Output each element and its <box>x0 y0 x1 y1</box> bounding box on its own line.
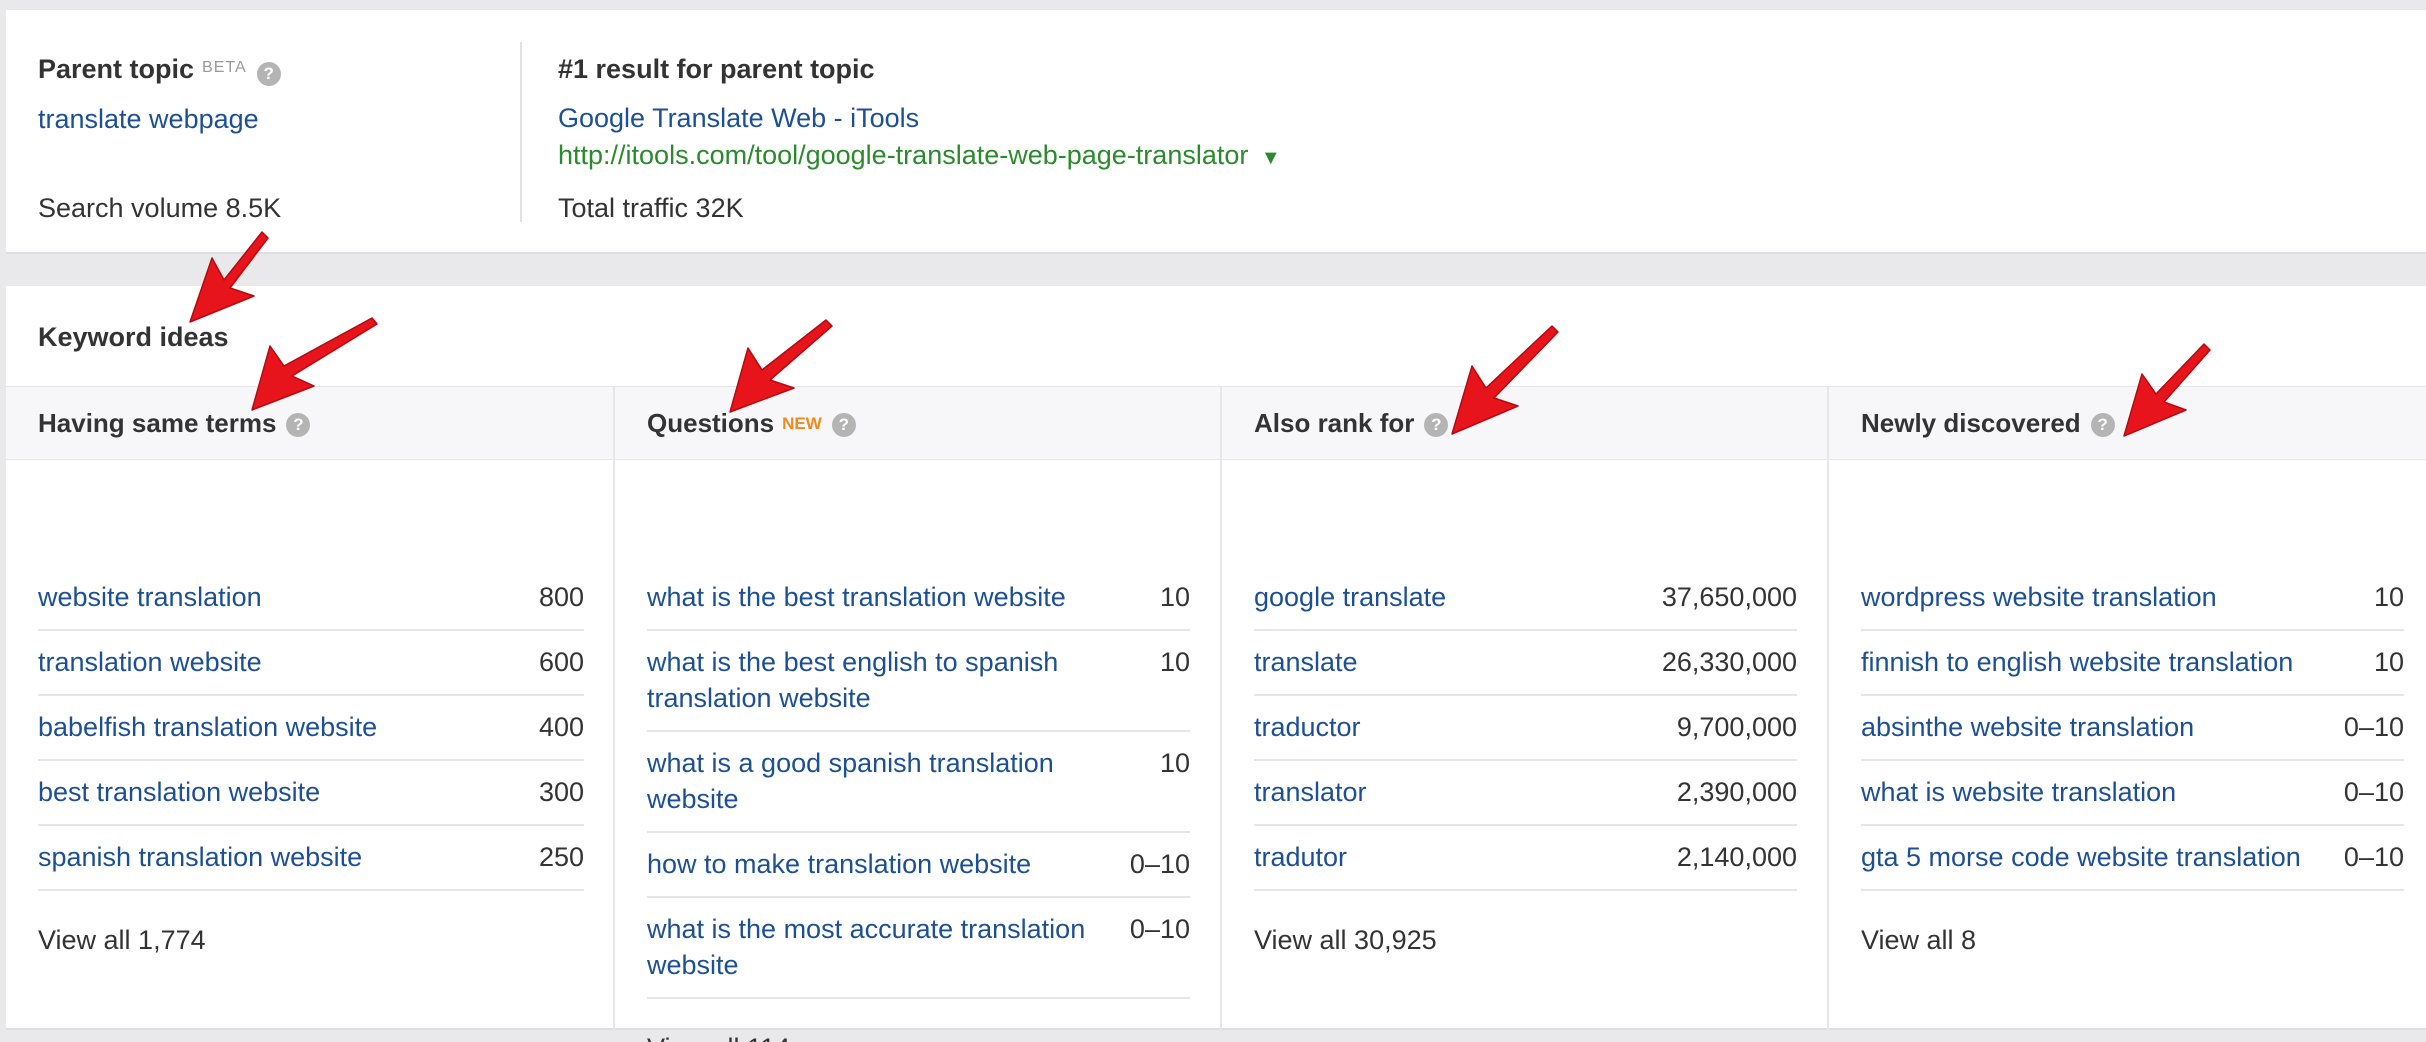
red-arrow-icon <box>2123 343 2211 437</box>
red-arrow-icon <box>729 319 833 413</box>
red-arrow-icon <box>251 317 378 411</box>
red-arrow-icon <box>1451 325 1559 435</box>
red-arrow-icon <box>189 231 269 323</box>
page: Parent topic BETA? translate webpage Sear… <box>0 0 2426 1042</box>
annotation-overlay <box>189 231 2211 437</box>
